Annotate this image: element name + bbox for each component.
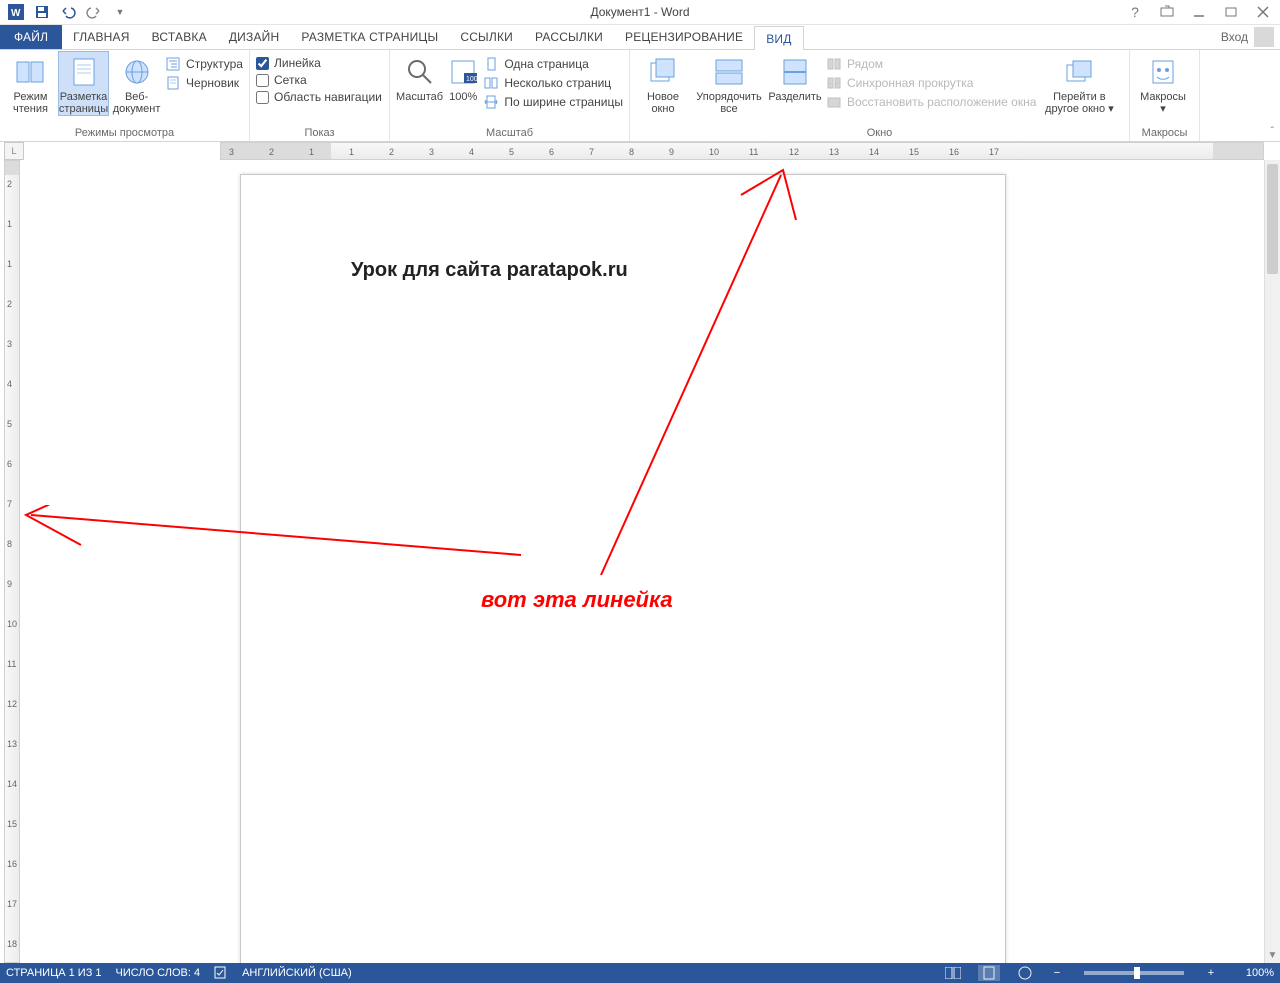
label: Рядом [847,57,883,71]
label: Разделить [768,91,821,103]
web-layout-button[interactable]: Веб-документ [112,52,161,115]
redo-icon[interactable] [82,1,106,23]
zoom-in-button[interactable]: + [1204,967,1218,979]
zoom-level[interactable]: 100% [1232,967,1274,979]
label: Структура [186,57,243,71]
zoom-out-button[interactable]: − [1050,967,1064,979]
zoom-100-button[interactable]: 100 100% [447,52,479,103]
tab-review[interactable]: РЕЦЕНЗИРОВАНИЕ [614,25,754,49]
close-icon[interactable] [1250,2,1276,22]
tab-file[interactable]: ФАЙЛ [0,25,62,49]
scroll-down-icon[interactable]: ▼ [1265,947,1280,963]
ribbon-tabs: ФАЙЛ ГЛАВНАЯ ВСТАВКА ДИЗАЙН РАЗМЕТКА СТР… [0,25,1280,50]
view-read-mode-icon[interactable] [942,965,964,981]
status-language[interactable]: АНГЛИЙСКИЙ (США) [242,967,352,979]
document-page[interactable]: Урок для сайта paratapok.ru вот эта лине… [240,174,1006,963]
horizontal-ruler[interactable]: 3211234567891011121314151617 [220,142,1264,160]
status-bar: СТРАНИЦА 1 ИЗ 1 ЧИСЛО СЛОВ: 4 АНГЛИЙСКИЙ… [0,963,1280,983]
one-page-button[interactable]: Одна страница [483,56,623,72]
maximize-icon[interactable] [1218,2,1244,22]
navigation-pane-checkbox[interactable]: Область навигации [256,90,382,104]
label: Перейти в другое окно ▾ [1040,91,1118,115]
label: Масштаб [396,91,443,103]
label: По ширине страницы [504,95,623,109]
zoom-slider[interactable] [1084,971,1184,975]
page-width-button[interactable]: По ширине страницы [483,94,623,110]
zoom-button[interactable]: Масштаб [396,52,443,103]
label: Веб-документ [112,91,161,115]
svg-text:W: W [11,8,21,19]
svg-text:100: 100 [466,76,478,83]
gridlines-checkbox[interactable]: Сетка [256,73,382,87]
document-workspace: 21123456789101112131415161718 Урок для с… [0,160,1280,963]
group-label-macros: Макросы [1136,127,1193,141]
sync-scroll-button: Синхронная прокрутка [826,75,1036,91]
new-window-button[interactable]: Новое окно [636,52,690,115]
tab-references[interactable]: ССЫЛКИ [449,25,524,49]
macros-button[interactable]: Макросы▾ [1136,52,1190,115]
scrollbar-thumb[interactable] [1267,164,1278,274]
status-page[interactable]: СТРАНИЦА 1 ИЗ 1 [6,967,102,979]
draft-button[interactable]: Черновик [165,75,243,91]
vertical-ruler[interactable]: 21123456789101112131415161718 [4,160,20,963]
tab-design[interactable]: ДИЗАЙН [218,25,291,49]
label: Несколько страниц [504,76,611,90]
tab-view[interactable]: ВИД [754,26,803,51]
label: Макросы▾ [1140,91,1186,115]
tab-home[interactable]: ГЛАВНАЯ [62,25,140,49]
label: Синхронная прокрутка [847,76,973,90]
ruler-checkbox[interactable]: Линейка [256,56,382,70]
label: Режим чтения [6,91,55,115]
qat-customize-icon[interactable]: ▼ [108,1,132,23]
ribbon: Режим чтения Разметка страницы Веб-докум… [0,50,1280,142]
vertical-scrollbar[interactable]: ▲ ▼ [1264,160,1280,963]
view-web-layout-icon[interactable] [1014,965,1036,981]
status-proofing-icon[interactable] [214,965,228,982]
tab-insert[interactable]: ВСТАВКА [141,25,218,49]
annotation-text: вот эта линейка [481,587,673,613]
annotation-arrow-up-icon [541,165,821,585]
group-label-window: Окно [636,127,1123,141]
multi-page-button[interactable]: Несколько страниц [483,75,623,91]
save-icon[interactable] [30,1,54,23]
label: 100% [449,91,477,103]
print-layout-button[interactable]: Разметка страницы [59,52,108,115]
tab-page-layout[interactable]: РАЗМЕТКА СТРАНИЦЫ [290,25,449,49]
view-print-layout-icon[interactable] [978,965,1000,981]
view-side-by-side-button: Рядом [826,56,1036,72]
annotation-arrow-left-icon [21,505,771,565]
sign-in-link[interactable]: Вход [1221,30,1248,44]
help-icon[interactable]: ? [1122,2,1148,22]
word-app-icon: W [4,1,28,23]
group-label-zoom: Масштаб [396,127,623,141]
user-avatar-icon[interactable] [1254,27,1274,47]
collapse-ribbon-icon[interactable]: ˆ [1271,126,1274,137]
label: Новое окно [636,91,690,115]
group-label-show: Показ [256,127,383,141]
outline-button[interactable]: Структура [165,56,243,72]
reset-window-position-button: Восстановить расположение окна [826,94,1036,110]
label: Разметка страницы [59,91,108,115]
document-heading: Урок для сайта paratapok.ru [351,259,628,282]
label: Сетка [274,73,307,87]
label: Черновик [186,76,239,90]
label: Линейка [274,56,321,70]
undo-icon[interactable] [56,1,80,23]
label: Упорядочить все [694,91,764,115]
label: Область навигации [274,90,382,104]
arrange-all-button[interactable]: Упорядочить все [694,52,764,115]
status-word-count[interactable]: ЧИСЛО СЛОВ: 4 [116,967,201,979]
ruler-corner-icon[interactable]: L [4,142,24,160]
ribbon-display-options-icon[interactable] [1154,2,1180,22]
minimize-icon[interactable] [1186,2,1212,22]
label: Одна страница [504,57,588,71]
read-mode-button[interactable]: Режим чтения [6,52,55,115]
window-title: Документ1 - Word [590,5,689,19]
title-bar: W ▼ Документ1 - Word ? [0,0,1280,25]
split-button[interactable]: Разделить [768,52,822,103]
switch-windows-button[interactable]: Перейти в другое окно ▾ [1040,52,1118,115]
group-label-views: Режимы просмотра [6,127,243,141]
label: Восстановить расположение окна [847,95,1036,109]
tab-mailings[interactable]: РАССЫЛКИ [524,25,614,49]
